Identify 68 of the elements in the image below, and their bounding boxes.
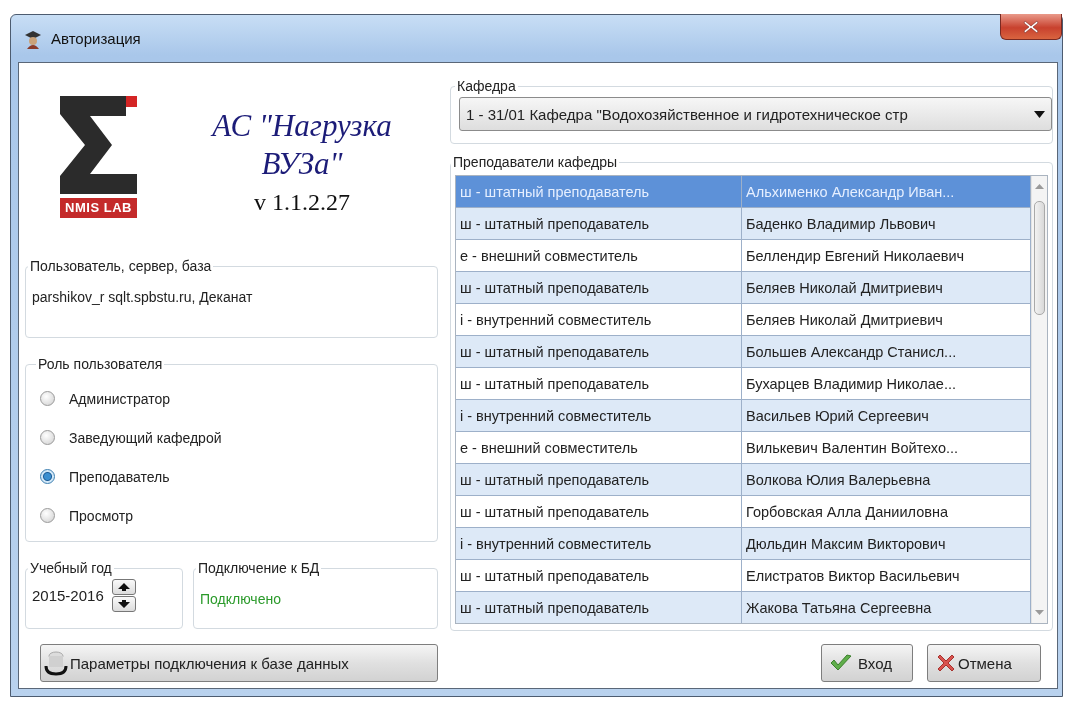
spin-down-button[interactable] xyxy=(111,596,136,612)
table-row[interactable]: ш - штатный преподаватель Горбовская Алла Данииловна xyxy=(456,496,1031,528)
year-value: 2015-2016 xyxy=(32,587,104,604)
table-row[interactable]: ш - штатный преподаватель Беляев Николай Дмитриевич xyxy=(456,272,1031,304)
radio-button[interactable] xyxy=(40,391,55,406)
dropdown-arrow-icon xyxy=(1034,110,1045,118)
table-row[interactable]: е - внешний совместитель Беллендир Евгений Николаевич xyxy=(456,240,1031,272)
arrow-up-icon xyxy=(117,583,130,591)
table-cell: ш - штатный преподаватель xyxy=(456,464,742,495)
table-cell: ш - штатный преподаватель xyxy=(456,336,742,367)
table-cell: ш - штатный преподаватель xyxy=(456,208,742,239)
radio-label: Преподаватель xyxy=(69,468,170,485)
radio-label: Администратор xyxy=(69,390,170,407)
table-cell: i - внутренний совместитель xyxy=(456,400,742,431)
connection-info: parshikov_r sqlt.spbstu.ru, Деканат xyxy=(32,289,254,305)
radio-button[interactable] xyxy=(40,430,55,445)
cancel-button[interactable]: Отмена xyxy=(927,644,1041,682)
radio-button[interactable] xyxy=(40,508,55,523)
arrow-down-icon xyxy=(117,600,130,608)
group-label: Пользователь, сервер, база xyxy=(29,258,213,275)
table-cell: i - внутренний совместитель xyxy=(456,528,742,559)
close-button[interactable] xyxy=(1000,14,1062,40)
table-cell: ш - штатный преподаватель xyxy=(456,496,742,527)
table-row[interactable]: i - внутренний совместитель Беляев Николай Дмитриевич xyxy=(456,304,1031,336)
cross-icon xyxy=(936,653,956,673)
group-label: Учебный год xyxy=(29,560,113,577)
version-label: v 1.1.2.27 xyxy=(254,189,350,216)
table-cell: ш - штатный преподаватель xyxy=(456,176,742,207)
graduation-cap-icon xyxy=(24,28,42,49)
scroll-up-icon[interactable] xyxy=(1035,184,1044,189)
table-row[interactable]: ш - штатный преподаватель Волкова Юлия Валерьевна xyxy=(456,464,1031,496)
app-title: АС "Нагрузка ВУЗа" xyxy=(209,107,393,183)
radio-button[interactable] xyxy=(40,469,55,484)
table-row[interactable]: е - внешний совместитель Вилькевич Валентин Войтехо... xyxy=(456,432,1031,464)
spin-up-button[interactable] xyxy=(111,579,136,595)
radio-label: Заведующий кафедрой xyxy=(69,429,222,446)
table-cell: ш - штатный преподаватель xyxy=(456,272,742,303)
window-title: Авторизация xyxy=(51,30,141,47)
group-label: Роль пользователя xyxy=(37,356,164,373)
department-dropdown[interactable]: 1 - 31/01 Кафедра "Водохозяйственное и гидротехническое стр xyxy=(459,97,1052,131)
connection-status: Подключено xyxy=(200,591,282,607)
group-label: Кафедра xyxy=(456,78,517,95)
table-cell: ш - штатный преподаватель xyxy=(456,560,742,591)
table-row[interactable]: ш - штатный преподаватель Бухарцев Владимир Николае... xyxy=(456,368,1031,400)
group-label: Преподаватели кафедры xyxy=(452,154,619,171)
table-row[interactable]: i - внутренний совместитель Дюльдин Максим Викторович xyxy=(456,528,1031,560)
group-label: Подключение к БД xyxy=(197,560,321,577)
scroll-thumb[interactable] xyxy=(1034,201,1045,315)
table-row[interactable]: ш - штатный преподаватель Большев Александр Станисл... xyxy=(456,336,1031,368)
table-cell: е - внешний совместитель xyxy=(456,240,742,271)
table-row[interactable]: ш - штатный преподаватель Жакова Татьяна Сергеевна xyxy=(456,592,1031,623)
table-row[interactable]: ш - штатный преподаватель Баденко Владимир Львович xyxy=(456,208,1031,240)
table-cell: ш - штатный преподаватель xyxy=(456,592,742,623)
logo-icon xyxy=(60,96,137,194)
table-row[interactable]: ш - штатный преподаватель Елистратов Виктор Васильевич xyxy=(456,560,1031,592)
check-icon xyxy=(830,654,852,672)
scrollbar[interactable] xyxy=(1031,176,1047,623)
close-icon xyxy=(1023,19,1039,34)
table-cell: ш - штатный преподаватель xyxy=(456,368,742,399)
database-icon xyxy=(44,650,68,676)
db-settings-button[interactable]: Параметры подключения к базе данных xyxy=(40,644,438,682)
table-cell: i - внутренний совместитель xyxy=(456,304,742,335)
table-row[interactable]: i - внутренний совместитель Васильев Юрий Сергеевич xyxy=(456,400,1031,432)
radio-label: Просмотр xyxy=(69,507,133,524)
table-cell: е - внешний совместитель xyxy=(456,432,742,463)
scroll-down-icon[interactable] xyxy=(1035,610,1044,615)
logo-caption: NMIS LAB xyxy=(60,198,137,218)
login-button[interactable]: Вход xyxy=(821,644,913,682)
